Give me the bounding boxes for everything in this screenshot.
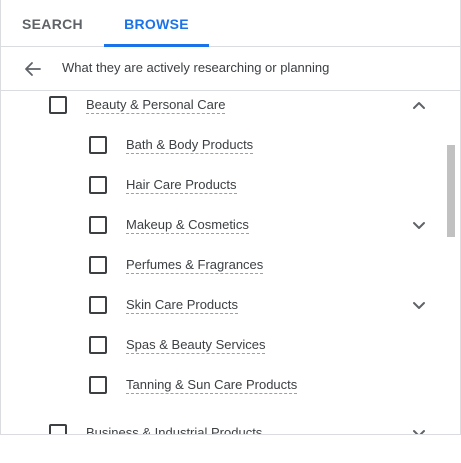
- breadcrumb-back-row[interactable]: What they are actively researching or pl…: [1, 47, 460, 91]
- category-label: Business & Industrial Products: [86, 425, 262, 434]
- category-row-skin-care[interactable]: Skin Care Products: [1, 285, 441, 325]
- breadcrumb-title: What they are actively researching or pl…: [62, 60, 330, 75]
- category-row-beauty-personal-care[interactable]: Beauty & Personal Care: [1, 92, 441, 125]
- chevron-down-icon[interactable]: [411, 426, 427, 435]
- category-row-perfumes-fragrances[interactable]: Perfumes & Fragrances: [1, 245, 441, 285]
- checkbox-hair-care[interactable]: [89, 176, 107, 194]
- tab-search[interactable]: SEARCH: [1, 0, 104, 47]
- checkbox-beauty-personal-care[interactable]: [49, 96, 67, 114]
- audience-browse-panel: SEARCH BROWSE What they are actively res…: [0, 0, 461, 435]
- arrow-left-icon[interactable]: [23, 59, 43, 79]
- category-list: Beauty & Personal Care Bath & Body Produ…: [1, 92, 460, 435]
- tab-browse[interactable]: BROWSE: [104, 0, 209, 47]
- category-label: Bath & Body Products: [126, 137, 254, 154]
- category-row-bath-body[interactable]: Bath & Body Products: [1, 125, 441, 165]
- category-label: Hair Care Products: [126, 177, 237, 194]
- category-label: Beauty & Personal Care: [86, 97, 226, 114]
- checkbox-business-industrial[interactable]: [49, 424, 67, 434]
- category-label: Perfumes & Fragrances: [126, 257, 264, 274]
- category-row-tanning-sun-care[interactable]: Tanning & Sun Care Products: [1, 365, 441, 405]
- checkbox-perfumes-fragrances[interactable]: [89, 256, 107, 274]
- category-row-spas-beauty[interactable]: Spas & Beauty Services: [1, 325, 441, 365]
- category-row-hair-care[interactable]: Hair Care Products: [1, 165, 441, 205]
- category-label: Spas & Beauty Services: [126, 337, 266, 354]
- checkbox-skin-care[interactable]: [89, 296, 107, 314]
- category-row-business-industrial[interactable]: Business & Industrial Products: [1, 413, 441, 435]
- chevron-up-icon[interactable]: [411, 97, 427, 113]
- checkbox-spas-beauty[interactable]: [89, 336, 107, 354]
- category-label: Tanning & Sun Care Products: [126, 377, 298, 394]
- checkbox-makeup-cosmetics[interactable]: [89, 216, 107, 234]
- tab-bar: SEARCH BROWSE: [1, 0, 460, 47]
- scrollbar-thumb[interactable]: [447, 145, 455, 237]
- checkbox-bath-body[interactable]: [89, 136, 107, 154]
- category-label: Makeup & Cosmetics: [126, 217, 249, 234]
- chevron-down-icon[interactable]: [411, 218, 427, 234]
- category-label: Skin Care Products: [126, 297, 238, 314]
- chevron-down-icon[interactable]: [411, 298, 427, 314]
- checkbox-tanning-sun-care[interactable]: [89, 376, 107, 394]
- category-row-makeup-cosmetics[interactable]: Makeup & Cosmetics: [1, 205, 441, 245]
